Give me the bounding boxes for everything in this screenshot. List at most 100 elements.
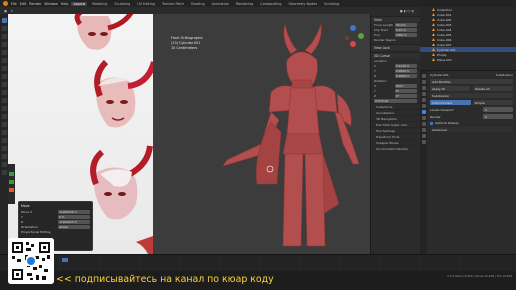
tool-tab-icon[interactable]	[421, 74, 426, 78]
tab-layout[interactable]: Layout	[71, 1, 87, 6]
loopcut-tool-icon[interactable]	[1, 106, 7, 111]
view-lock-section-header[interactable]: View Lock	[371, 44, 420, 50]
delete-all-button[interactable]: Delete All	[473, 86, 513, 91]
knife-tool-icon[interactable]	[1, 114, 7, 119]
move-x-field[interactable]: -0.002229 m	[58, 209, 90, 214]
cursor-x-field[interactable]: 0.1218 m	[395, 63, 417, 68]
rotation-x-field[interactable]: 90.0°	[395, 83, 417, 88]
object-tab-icon[interactable]	[421, 104, 426, 108]
location-label: Location	[374, 58, 387, 63]
tab-modeling[interactable]: Modeling	[90, 2, 109, 6]
menu-window[interactable]: Window	[44, 2, 57, 6]
tab-compositing[interactable]: Compositing	[258, 2, 283, 6]
menu-file[interactable]: File	[11, 2, 17, 6]
mesh-icon	[432, 48, 435, 51]
shading-icons[interactable]: ● ◐ ○ ◍	[400, 9, 414, 13]
3d-viewport[interactable]: Front Orthographic (13) Cylinder.001 10 …	[153, 14, 370, 254]
catmull-clark-button[interactable]: Catmull-Clark	[430, 100, 471, 105]
modifier-name: Subdivision	[495, 73, 513, 77]
section-uv-animation[interactable]: UV Animation Bundle	[371, 145, 420, 151]
tab-animation[interactable]: Animation	[210, 2, 231, 6]
collection-icon	[432, 8, 435, 11]
mesh-icon	[432, 13, 435, 16]
world-tab-icon[interactable]	[421, 98, 426, 102]
reference-head-2	[94, 59, 153, 128]
tool-shelf	[0, 14, 8, 254]
top-menu-bar: File Edit Render Window Help Layout Mode…	[0, 0, 516, 7]
annotate-tool-icon[interactable]	[1, 66, 7, 71]
outliner-item[interactable]: Plane.001	[420, 57, 516, 62]
menu-help[interactable]: Help	[61, 2, 69, 6]
constraints-tab-icon[interactable]	[421, 128, 426, 132]
view-menu[interactable]: ▾	[11, 9, 13, 13]
tab-shading[interactable]: Shading	[189, 2, 207, 6]
polybuild-tool-icon[interactable]	[1, 122, 7, 127]
shrink-tool-icon[interactable]	[1, 154, 7, 159]
tab-sculpting[interactable]: Sculpting	[112, 2, 132, 6]
select-tool-icon[interactable]	[1, 18, 7, 23]
optimal-display-checkbox[interactable]	[430, 121, 433, 125]
levels-viewport-label: Levels Viewport	[430, 107, 454, 112]
tab-scripting[interactable]: Scripting	[322, 2, 341, 6]
move-tool-icon[interactable]	[1, 34, 7, 39]
rotation-y-field[interactable]: 0°	[395, 88, 417, 93]
focal-length-label: Focal Length	[374, 22, 394, 27]
mesh-icon	[432, 23, 435, 26]
render-region-checkbox[interactable]: Render Region	[374, 38, 396, 42]
extrude-tool-icon[interactable]	[1, 82, 7, 87]
qr-code-image	[8, 238, 54, 284]
particles-tab-icon[interactable]	[421, 116, 426, 120]
simple-button[interactable]: Simple	[472, 100, 513, 105]
bevel-tool-icon[interactable]	[1, 98, 7, 103]
tab-texture-paint[interactable]: Texture Paint	[160, 2, 186, 6]
focal-length-field[interactable]: 50 mm	[395, 22, 417, 27]
levels-viewport-field[interactable]: 2	[483, 107, 513, 112]
advanced-section-header[interactable]: Advanced	[430, 127, 513, 132]
physics-tab-icon[interactable]	[421, 122, 426, 126]
qr-center-logo-icon	[27, 257, 35, 265]
rip-tool-icon[interactable]	[1, 170, 7, 175]
rotation-mode-select[interactable]: XYZ Euler	[374, 98, 417, 103]
subdivision-modifier-header[interactable]: Subdivision	[430, 93, 513, 98]
data-tab-icon[interactable]	[421, 134, 426, 138]
menu-edit[interactable]: Edit	[20, 2, 27, 6]
render-levels-field[interactable]: 2	[483, 114, 513, 119]
tab-uv-editing[interactable]: UV Editing	[135, 2, 157, 6]
editor-type-icon[interactable]: ▣	[4, 9, 7, 13]
operator-title: Move	[21, 204, 30, 208]
apply-all-button[interactable]: Apply All	[430, 86, 470, 91]
edge-slide-tool-icon[interactable]	[1, 146, 7, 151]
clip-start-field[interactable]: 0.01 m	[395, 27, 417, 32]
output-tab-icon[interactable]	[421, 86, 426, 90]
modifier-tab-icon[interactable]	[421, 110, 426, 114]
cursor-z-field[interactable]: 0.0000 m	[395, 73, 417, 78]
proportional-editing-checkbox[interactable]: Proportional Editing	[21, 230, 51, 234]
measure-tool-icon[interactable]	[1, 74, 7, 79]
blender-logo-icon[interactable]	[3, 1, 8, 6]
cursor-tool-icon[interactable]	[1, 26, 7, 31]
move-z-field[interactable]: -0.002223 m	[58, 219, 90, 224]
add-modifier-button[interactable]: Add Modifier	[430, 79, 513, 84]
timeline[interactable]	[0, 254, 516, 271]
tab-rendering[interactable]: Rendering	[234, 2, 255, 6]
cursor-y-field[interactable]: 0.0000 m	[395, 68, 417, 73]
tab-geometry-nodes[interactable]: Geometry Nodes	[287, 2, 320, 6]
clip-end-field[interactable]: 1000 m	[395, 32, 417, 37]
material-tab-icon[interactable]	[421, 140, 426, 144]
shear-tool-icon[interactable]	[1, 162, 7, 167]
rotate-tool-icon[interactable]	[1, 42, 7, 47]
inset-tool-icon[interactable]	[1, 90, 7, 95]
orientation-select[interactable]: Global	[58, 224, 90, 229]
smooth-tool-icon[interactable]	[1, 138, 7, 143]
move-y-field[interactable]: 0 m	[58, 214, 90, 219]
transform-tool-icon[interactable]	[1, 58, 7, 63]
rotation-z-field[interactable]: 0°	[395, 93, 417, 98]
current-frame-marker[interactable]	[62, 258, 68, 262]
render-levels-label: Render	[430, 114, 441, 119]
spin-tool-icon[interactable]	[1, 130, 7, 135]
clip-start-label: Clip Start	[374, 27, 388, 32]
menu-render[interactable]: Render	[29, 2, 41, 6]
scale-tool-icon[interactable]	[1, 50, 7, 55]
scene-tab-icon[interactable]	[421, 92, 426, 96]
render-tab-icon[interactable]	[421, 80, 426, 84]
